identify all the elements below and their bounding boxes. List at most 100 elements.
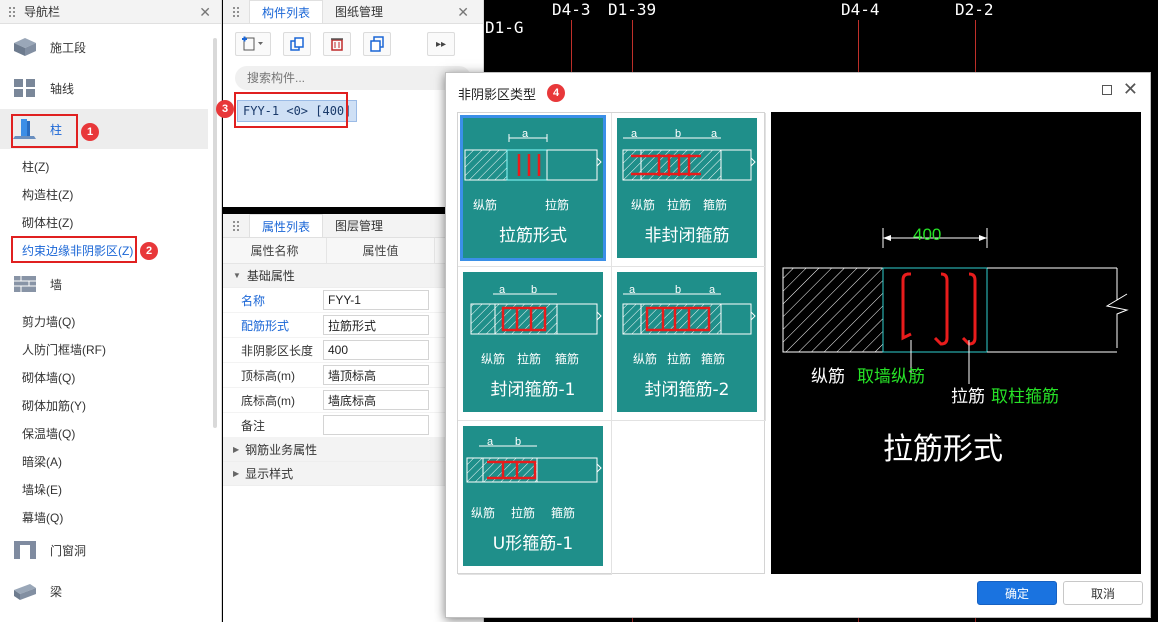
dialog-title: 非阴影区类型 [458, 87, 537, 102]
nav-item-insulation-wall[interactable]: 保温墙(Q) [22, 425, 75, 442]
tab-drawing-management[interactable]: 图纸管理 [323, 0, 395, 23]
property-value-input[interactable]: 拉筋形式 [323, 315, 429, 335]
nav-item-column[interactable]: 柱(Z) [22, 158, 49, 175]
dimension-label: a [522, 128, 529, 140]
expand-triangle-icon: ▶ [233, 445, 240, 454]
nav-item-hidden-beam[interactable]: 暗梁(A) [22, 453, 62, 470]
tab-property-list[interactable]: 属性列表 [249, 214, 324, 237]
new-document-icon [242, 36, 263, 51]
type-option-cell: a b 纵筋 拉筋 箍筋 封闭箍筋-1 [458, 267, 612, 421]
property-key: 备注 [241, 418, 266, 433]
nav-item-masonry-wall[interactable]: 砌体墙(Q) [22, 369, 75, 386]
rebar-label: 拉筋 [511, 506, 536, 520]
property-value-input[interactable]: 400 [323, 340, 429, 360]
dimension-label: a [499, 284, 506, 296]
nav-item-masonry-reinforcement[interactable]: 砌体加筋(Y) [22, 397, 86, 414]
group-display-style[interactable]: ▶ 显示样式 [223, 462, 483, 486]
property-key: 配筋形式 [241, 318, 290, 333]
nav-item-civil-defense-door-wall[interactable]: 人防门框墙(RF) [22, 341, 106, 358]
dimension-label: a [709, 284, 716, 296]
property-key: 非阴影区长度 [241, 343, 314, 358]
expand-triangle-icon: ▶ [233, 469, 240, 478]
tab-component-list[interactable]: 构件列表 [249, 0, 324, 23]
option-caption: 拉筋形式 [499, 226, 567, 246]
beam-icon [14, 584, 36, 600]
drag-handle-icon[interactable] [232, 6, 240, 18]
door-window-icon [14, 541, 36, 559]
tab-layer-management[interactable]: 图层管理 [323, 214, 395, 237]
closed-stirrup-2-diagram [622, 293, 756, 335]
option-caption: 封闭箍筋-1 [490, 380, 576, 400]
construction-segment-icon [14, 38, 36, 56]
type-preview-panel: 400 纵筋 取墙纵筋 拉筋 取柱箍筋 拉筋形式 [771, 112, 1141, 574]
type-option-non-closed-stirrup[interactable]: a b a 纵筋 拉筋 箍筋 非封闭箍筋 [617, 118, 757, 258]
type-option-cell: a b 纵筋 拉筋 箍筋 U形箍筋-1 [458, 421, 612, 575]
column-header-value: 属性值 [327, 238, 435, 263]
nav-category-door-window-opening[interactable]: 门窗洞 [0, 530, 208, 570]
nav-category-construction-segment[interactable]: 施工段 [0, 27, 208, 67]
tie-form-preview-diagram [782, 228, 1129, 384]
property-value-input[interactable]: FYY-1 [323, 290, 429, 310]
search-component-input[interactable] [235, 66, 471, 90]
non-closed-stirrup-diagram [622, 137, 756, 181]
maximize-icon[interactable] [1102, 85, 1112, 95]
step-badge: 2 [140, 242, 158, 260]
type-options-grid: a 纵筋 拉筋 拉筋形式 a b a 纵筋 拉筋 箍筋 非封闭箍筋 a b 纵筋… [457, 112, 766, 575]
axis-label: D1-39 [608, 0, 657, 19]
type-option-closed-stirrup-1[interactable]: a b 纵筋 拉筋 箍筋 封闭箍筋-1 [463, 272, 603, 412]
copy-button[interactable] [283, 32, 311, 56]
rebar-label: 拉筋 [517, 352, 542, 366]
group-rebar-business-properties[interactable]: ▶ 钢筋业务属性 [223, 438, 483, 462]
option-caption: 非封闭箍筋 [644, 226, 730, 246]
preview-label-white: 纵筋 [811, 367, 845, 386]
nav-item-construction-column[interactable]: 构造柱(Z) [22, 186, 73, 203]
type-option-tie-form[interactable]: a 纵筋 拉筋 拉筋形式 [460, 115, 606, 261]
nav-category-beam[interactable]: 梁 [0, 571, 208, 611]
property-key: 顶标高(m) [241, 368, 295, 383]
double-chevron-icon: ▸▸ [435, 38, 447, 50]
close-icon[interactable]: ✕ [199, 4, 211, 21]
group-basic-properties[interactable]: ▼ 基础属性 [223, 264, 483, 288]
rebar-label: 箍筋 [701, 352, 726, 366]
nav-scrollbar[interactable] [213, 38, 217, 428]
rebar-label: 纵筋 [481, 352, 506, 366]
delete-button[interactable] [323, 32, 351, 56]
nav-category-axis[interactable]: 轴线 [0, 68, 208, 108]
close-icon[interactable]: ✕ [457, 4, 469, 21]
group-label: 显示样式 [245, 467, 294, 481]
layer-copy-button[interactable] [363, 32, 391, 56]
type-option-closed-stirrup-2[interactable]: a b a 纵筋 拉筋 箍筋 封闭箍筋-2 [617, 272, 757, 412]
axis-label: D4-4 [841, 0, 880, 19]
more-button[interactable]: ▸▸ [427, 32, 455, 56]
dimension-label: b [675, 284, 682, 296]
non-shadow-zone-type-dialog: 非阴影区类型 4 ✕ a 纵筋 拉筋 拉筋形式 a b a 纵筋 拉筋 箍筋 非… [445, 72, 1151, 618]
property-value-input[interactable]: 墙底标高 [323, 390, 429, 410]
nav-category-label: 门窗洞 [50, 543, 87, 558]
trash-icon [331, 38, 343, 51]
nav-title: 导航栏 [24, 5, 61, 19]
preview-label-green: 取柱箍筋 [991, 387, 1059, 406]
property-value-input[interactable]: 墙顶标高 [323, 365, 429, 385]
property-key: 底标高(m) [241, 393, 295, 408]
dimension-label: b [531, 284, 538, 296]
dimension-label: a [629, 284, 636, 296]
rebar-label: 拉筋 [667, 198, 692, 212]
property-row-top-elevation: 顶标高(m) 墙顶标高 [223, 363, 483, 388]
step-badge: 3 [216, 100, 234, 118]
new-component-button[interactable] [235, 32, 271, 56]
nav-item-shear-wall[interactable]: 剪力墙(Q) [22, 313, 75, 330]
u-stirrup-1-diagram [466, 445, 602, 483]
drag-handle-icon[interactable] [232, 220, 240, 232]
nav-item-wall-pier[interactable]: 墙垛(E) [22, 481, 62, 498]
nav-item-masonry-column[interactable]: 砌体柱(Z) [22, 214, 73, 231]
nav-category-wall[interactable]: 墙 [0, 264, 208, 304]
property-value-input[interactable] [323, 415, 429, 435]
cancel-button[interactable]: 取消 [1063, 581, 1143, 605]
close-icon[interactable]: ✕ [1123, 79, 1138, 100]
wall-icon [14, 276, 36, 292]
nav-category-label: 施工段 [50, 40, 87, 55]
type-option-u-stirrup-1[interactable]: a b 纵筋 拉筋 箍筋 U形箍筋-1 [463, 426, 603, 566]
ok-button[interactable]: 确定 [977, 581, 1057, 605]
drag-handle-icon[interactable] [8, 5, 16, 18]
nav-item-curtain-wall[interactable]: 幕墙(Q) [22, 509, 63, 526]
